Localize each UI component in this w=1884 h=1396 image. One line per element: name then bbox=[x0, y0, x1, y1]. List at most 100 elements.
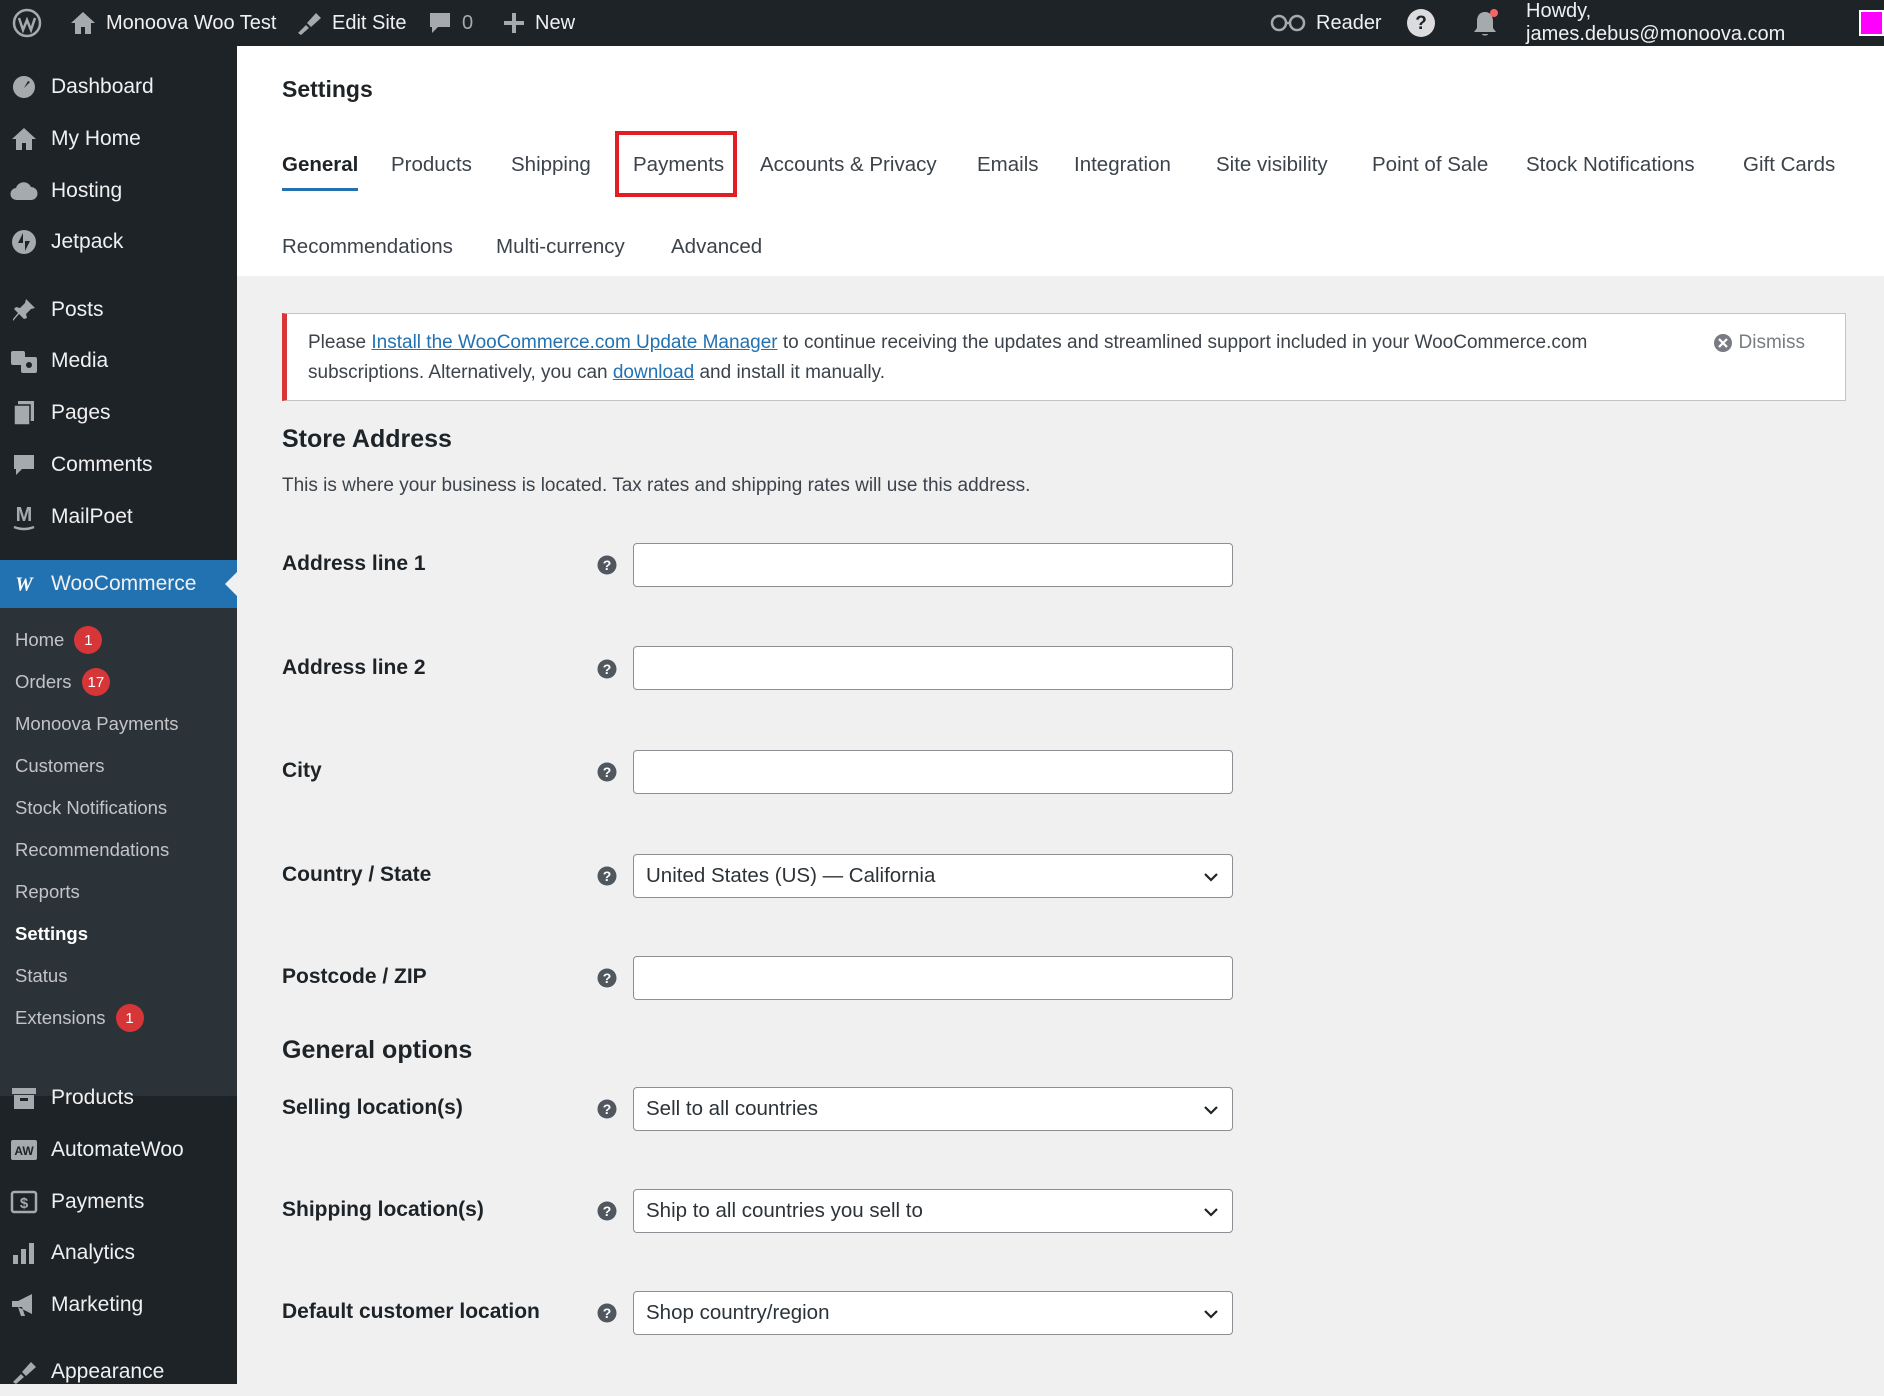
address-line-2-input[interactable] bbox=[633, 646, 1233, 690]
tab-recommendations[interactable]: Recommendations bbox=[282, 235, 453, 259]
shipping-locations-select[interactable]: Ship to all countries you sell to bbox=[633, 1189, 1233, 1233]
submenu-reports[interactable]: Reports bbox=[15, 872, 80, 912]
tab-shipping[interactable]: Shipping bbox=[511, 153, 591, 177]
submenu-extensions[interactable]: Extensions 1 bbox=[15, 998, 144, 1038]
menu-marketing[interactable]: Marketing bbox=[0, 1281, 237, 1329]
postcode-input[interactable] bbox=[633, 956, 1233, 1000]
pushpin-icon bbox=[11, 297, 37, 323]
help-tip-icon[interactable]: ? bbox=[597, 968, 617, 988]
menu-dashboard[interactable]: Dashboard bbox=[0, 63, 237, 111]
address-line-1-input[interactable] bbox=[633, 543, 1233, 587]
help-tip-icon[interactable]: ? bbox=[597, 1099, 617, 1119]
submenu-home-label: Home bbox=[15, 629, 64, 651]
menu-payments[interactable]: $ Payments bbox=[0, 1178, 237, 1226]
jetpack-icon bbox=[11, 229, 37, 255]
site-name-link[interactable]: Monoova Woo Test bbox=[70, 0, 276, 46]
tab-integration[interactable]: Integration bbox=[1074, 153, 1171, 177]
tab-site-visibility[interactable]: Site visibility bbox=[1216, 153, 1328, 177]
new-content-link[interactable]: New bbox=[503, 0, 575, 46]
menu-pages[interactable]: Pages bbox=[0, 389, 237, 437]
default-customer-location-select[interactable]: Shop country/region bbox=[633, 1291, 1233, 1335]
comments-link[interactable]: 0 bbox=[428, 0, 473, 46]
svg-text:?: ? bbox=[603, 661, 612, 677]
payments-tab-highlight bbox=[615, 131, 737, 197]
menu-mailpoet[interactable]: M MailPoet bbox=[0, 493, 237, 541]
page-title: Settings bbox=[282, 76, 373, 103]
help-tip-icon[interactable]: ? bbox=[597, 762, 617, 782]
submenu-monoova-payments[interactable]: Monoova Payments bbox=[15, 704, 179, 744]
download-link[interactable]: download bbox=[613, 362, 694, 383]
selling-locations-select[interactable]: Sell to all countries bbox=[633, 1087, 1233, 1131]
svg-text:M: M bbox=[16, 504, 33, 526]
menu-media[interactable]: Media bbox=[0, 337, 237, 385]
submenu-home[interactable]: Home 1 bbox=[15, 620, 102, 660]
menu-marketing-label: Marketing bbox=[51, 1293, 143, 1317]
howdy-text: Howdy, james.debus@monoova.com bbox=[1526, 0, 1849, 46]
home-icon bbox=[11, 127, 37, 151]
update-manager-notice: Please Install the WooCommerce.com Updat… bbox=[282, 313, 1846, 401]
menu-hosting[interactable]: Hosting bbox=[0, 167, 237, 215]
menu-appearance-label: Appearance bbox=[51, 1360, 164, 1384]
menu-payments-label: Payments bbox=[51, 1190, 144, 1214]
country-state-select[interactable]: United States (US) — California bbox=[633, 854, 1233, 898]
tab-emails[interactable]: Emails bbox=[977, 153, 1039, 177]
address-line-2-label: Address line 2 bbox=[282, 656, 426, 680]
menu-comments[interactable]: Comments bbox=[0, 441, 237, 489]
menu-analytics[interactable]: Analytics bbox=[0, 1229, 237, 1277]
submenu-settings[interactable]: Settings bbox=[15, 914, 88, 954]
svg-text:?: ? bbox=[603, 1203, 612, 1219]
tab-accounts-privacy[interactable]: Accounts & Privacy bbox=[760, 153, 937, 177]
help-tip-icon[interactable]: ? bbox=[597, 1303, 617, 1323]
settings-header: Settings General Products Shipping Payme… bbox=[237, 46, 1884, 276]
submenu-status[interactable]: Status bbox=[15, 956, 67, 996]
help-button[interactable]: ? bbox=[1406, 0, 1436, 46]
help-tip-icon[interactable]: ? bbox=[597, 659, 617, 679]
tab-multi-currency[interactable]: Multi-currency bbox=[496, 235, 625, 259]
help-tip-icon[interactable]: ? bbox=[597, 1201, 617, 1221]
submenu-customers[interactable]: Customers bbox=[15, 746, 104, 786]
menu-pages-label: Pages bbox=[51, 401, 111, 425]
city-input[interactable] bbox=[633, 750, 1233, 794]
dismiss-button[interactable]: Dismiss bbox=[1713, 332, 1806, 354]
menu-woocommerce[interactable]: W WooCommerce bbox=[0, 560, 237, 608]
menu-appearance[interactable]: Appearance bbox=[0, 1348, 237, 1396]
tab-advanced[interactable]: Advanced bbox=[671, 235, 762, 259]
reader-glasses-icon bbox=[1270, 13, 1306, 33]
tab-stock-notifications[interactable]: Stock Notifications bbox=[1526, 153, 1695, 177]
menu-automatewoo[interactable]: AW AutomateWoo bbox=[0, 1126, 237, 1174]
address-line-1-label: Address line 1 bbox=[282, 552, 426, 576]
tab-gift-cards[interactable]: Gift Cards bbox=[1743, 153, 1835, 177]
submenu-reports-label: Reports bbox=[15, 881, 80, 903]
home-badge: 1 bbox=[74, 626, 102, 654]
menu-products[interactable]: Products bbox=[0, 1074, 237, 1122]
help-tip-icon[interactable]: ? bbox=[597, 555, 617, 575]
reader-link[interactable]: Reader bbox=[1270, 0, 1382, 46]
megaphone-icon bbox=[10, 1292, 38, 1318]
admin-bar: Monoova Woo Test Edit Site 0 New Reader … bbox=[0, 0, 1884, 46]
tab-point-of-sale[interactable]: Point of Sale bbox=[1372, 153, 1488, 177]
tab-products[interactable]: Products bbox=[391, 153, 472, 177]
account-menu[interactable]: Howdy, james.debus@monoova.com bbox=[1526, 0, 1884, 46]
site-name: Monoova Woo Test bbox=[106, 12, 276, 35]
tab-general[interactable]: General bbox=[282, 153, 358, 177]
wordpress-logo-icon[interactable] bbox=[12, 0, 42, 46]
dismiss-label: Dismiss bbox=[1739, 332, 1806, 354]
chevron-down-icon bbox=[1202, 1305, 1220, 1323]
active-menu-arrow bbox=[225, 572, 237, 596]
menu-my-home[interactable]: My Home bbox=[0, 115, 237, 163]
menu-mailpoet-label: MailPoet bbox=[51, 505, 133, 529]
submenu-orders[interactable]: Orders 17 bbox=[15, 662, 110, 702]
install-update-manager-link[interactable]: Install the WooCommerce.com Update Manag… bbox=[371, 332, 777, 353]
notifications-button[interactable] bbox=[1470, 0, 1500, 46]
help-tip-icon[interactable]: ? bbox=[597, 866, 617, 886]
menu-jetpack[interactable]: Jetpack bbox=[0, 218, 237, 266]
submenu-stock-notifications[interactable]: Stock Notifications bbox=[15, 788, 167, 828]
menu-posts[interactable]: Posts bbox=[0, 286, 237, 334]
edit-site-link[interactable]: Edit Site bbox=[296, 0, 406, 46]
submenu-recommendations[interactable]: Recommendations bbox=[15, 830, 169, 870]
menu-automatewoo-label: AutomateWoo bbox=[51, 1138, 184, 1162]
orders-badge: 17 bbox=[82, 668, 111, 696]
avatar bbox=[1859, 10, 1884, 36]
svg-text:?: ? bbox=[603, 868, 612, 884]
notice-text-start: Please bbox=[308, 332, 371, 353]
